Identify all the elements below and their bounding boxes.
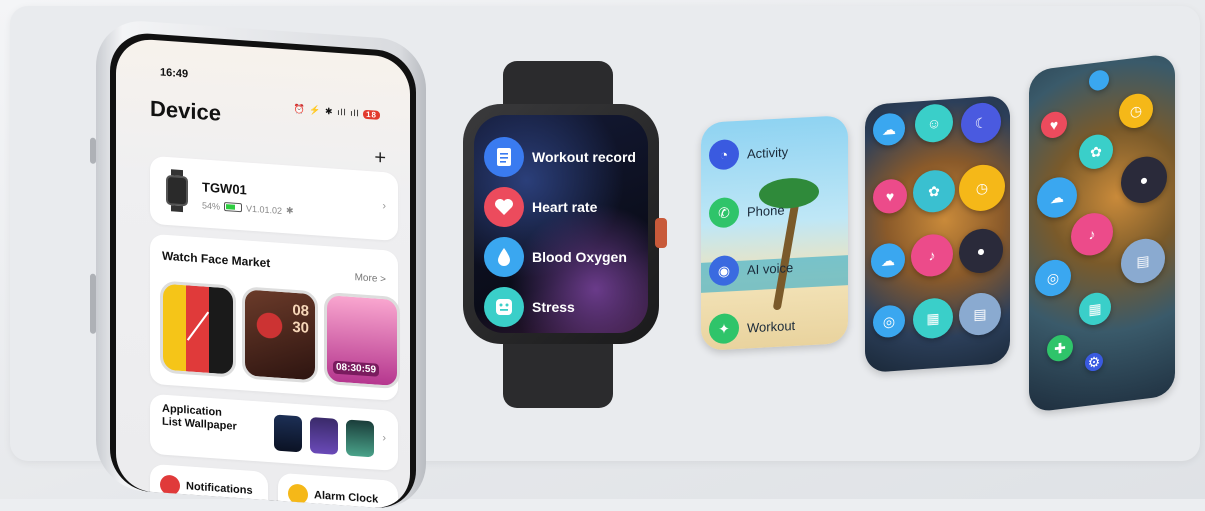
camera-icon[interactable]: ● [1121,154,1167,206]
watch-screen: Workout record Heart rate Blood Oxygen S… [474,115,648,333]
list-item-label: Phone [747,201,785,219]
list-item[interactable]: ◉ AI voice [709,252,794,287]
app-bubble[interactable]: ☺ [915,102,953,144]
watch-menu-item[interactable]: Heart rate [484,187,642,227]
music-icon[interactable]: ♪ [911,232,953,278]
watch-menu-label: Workout record [532,149,636,165]
list-item-label: Activity [747,143,789,161]
watch-menu-label: Stress [532,299,575,315]
clock-icon[interactable]: ◷ [959,163,1005,213]
status-icons: ⏰ ⚡ ✱ ıll ıll 18 [294,104,380,121]
app-bubble[interactable]: ♥ [873,178,907,215]
wallpaper-thumbnail [274,414,302,453]
watch-menu-item[interactable]: Blood Oxygen [484,237,642,277]
app-bubble[interactable] [1089,69,1109,92]
calendar-icon[interactable]: ▤ [1121,236,1165,286]
alarm-clock-icon [288,483,308,505]
watch-face-market-title: Watch Face Market [162,248,271,271]
document-icon [484,137,524,177]
status-time: 16:49 [160,66,189,81]
app-bubble[interactable]: ♥ [1041,110,1067,140]
watch-crown [655,218,667,248]
robot-icon: ◉ [709,254,739,287]
list-view-screen: ◔ Activity ✆ Phone ◉ AI voice ✦ Workout [701,115,848,351]
application-list-wallpaper-label: Application List Wallpaper [162,402,237,433]
watch-face-thumbnail[interactable]: 08 30 [242,286,318,384]
device-firmware: V1.01.02 [246,202,283,216]
weather-icon[interactable]: ☁ [871,242,905,279]
music-icon[interactable]: ♪ [1071,210,1113,258]
list-item[interactable]: ◔ Activity [709,136,789,171]
notifications-label: Notifications [186,480,253,497]
bubble-view-screen-tall: ♥ ◷ ✿ ☁ ● ♪ ◎ ▤ ▦ ✚ ⚙ [1029,53,1175,413]
heart-icon [484,187,524,227]
face-icon [484,287,524,327]
app-bubble[interactable]: ☁ [873,112,905,147]
watch-thumbnail-icon [166,174,188,207]
battery-icon [224,201,243,213]
calculator-icon[interactable]: ▦ [1079,290,1111,327]
device-battery-level: 54% [202,199,221,212]
watch-face-thumbnail[interactable] [160,280,236,378]
camera-icon[interactable]: ● [959,227,1003,275]
run-icon: ✦ [709,312,739,345]
status-icons-text: ⏰ ⚡ ✱ ıll ıll [293,103,360,119]
bubble-view-screen: ☁ ☺ ☾ ♥ ✿ ◷ ☁ ♪ ● ◎ ▦ ▤ [865,94,1010,374]
game-icon[interactable]: ✚ [1047,333,1073,363]
volume-down-button [90,273,96,334]
phone-icon: ✆ [709,196,739,229]
watch-menu-item[interactable]: Stress [484,287,642,327]
drop-icon [484,237,524,277]
alarm-clock-label: Alarm Clock [314,489,379,506]
calendar-icon[interactable]: ▤ [959,291,1001,337]
watch-face-market-card: Watch Face Market More > 08 30 08:30:59 [150,233,400,402]
app-bubble[interactable]: ◎ [873,304,905,339]
chevron-right-icon: › [382,200,386,213]
device-meta: 54% V1.01.02 ✱ [202,199,294,216]
settings-icon[interactable]: ⚙ [1085,351,1103,373]
watch-face-thumbnail[interactable]: 08:30:59 [324,291,400,390]
app-bubble[interactable]: ✿ [913,168,955,214]
list-item-label: Workout [747,317,796,335]
weather-icon[interactable]: ☁ [1037,175,1077,220]
list-item-label: AI voice [747,259,794,277]
sleep-icon[interactable]: ☾ [961,101,1001,145]
wallpaper-thumbnail [310,416,338,455]
app-bubble[interactable]: ◎ [1035,257,1071,299]
application-list-wallpaper-card[interactable]: Application List Wallpaper › [150,393,398,472]
app-bubble[interactable]: ✿ [1079,132,1113,171]
notifications-tile[interactable]: Notifications [150,463,268,510]
phone-mockup: 16:49 ⏰ ⚡ ✱ ıll ıll 18 Device + TGW01 54… [90,18,426,511]
watch-menu-item[interactable]: Workout record [484,137,642,177]
watch-menu-label: Blood Oxygen [532,249,627,265]
device-card[interactable]: TGW01 54% V1.01.02 ✱ › [150,155,398,242]
chevron-right-icon: › [382,432,386,445]
clock-icon[interactable]: ◷ [1119,91,1153,130]
notification-icon [160,474,180,496]
watch-face-time: 08:30:59 [333,360,380,377]
watch-face-time: 08 30 [292,301,309,337]
bluetooth-icon: ✱ [286,205,294,216]
calculator-icon[interactable]: ▦ [913,296,953,340]
volume-up-button [90,137,96,164]
device-name: TGW01 [202,179,247,198]
watch-menu-label: Heart rate [532,199,598,215]
alarm-clock-tile[interactable]: Alarm Clock [278,472,398,510]
list-item[interactable]: ✦ Workout [709,310,795,345]
more-link[interactable]: More > [355,272,386,285]
add-device-button[interactable]: + [374,146,386,169]
battery-badge: 18 [363,109,380,120]
activity-icon: ◔ [709,138,739,171]
wallpaper-thumbnail [346,419,374,458]
list-item[interactable]: ✆ Phone [709,194,785,229]
phone-screen: 16:49 ⏰ ⚡ ✱ ıll ıll 18 Device + TGW01 54… [116,37,410,510]
phone-bezel: 16:49 ⏰ ⚡ ✱ ıll ıll 18 Device + TGW01 54… [110,30,416,511]
page-title: Device [150,95,221,126]
